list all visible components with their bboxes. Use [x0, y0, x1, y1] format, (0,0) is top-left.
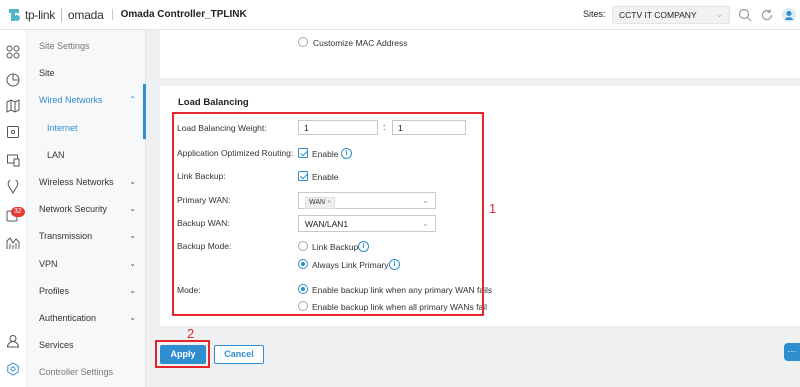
brand-name: tp-link: [25, 7, 55, 22]
settings-card-top: Customize MAC Address: [160, 30, 800, 78]
sidebar-item-wired-networks[interactable]: Wired Networks ⌃: [27, 86, 146, 113]
main-content: Customize MAC Address Load Balancing Loa…: [146, 30, 800, 387]
customize-mac-radio[interactable]: [298, 37, 308, 47]
controller-title: Omada Controller_TPLINK: [111, 9, 247, 20]
icon-rail: 32: [0, 30, 27, 387]
sidebar-item-network-security[interactable]: Network Security ⌄: [27, 195, 146, 222]
annotation-box-1: [172, 112, 484, 316]
sidebar-item-wireless-networks[interactable]: Wireless Networks ⌄: [27, 168, 146, 195]
insight-icon[interactable]: [6, 178, 20, 194]
dashboard-icon[interactable]: [6, 45, 20, 59]
apply-button[interactable]: Apply: [160, 345, 206, 364]
chevron-down-icon: ⌄: [129, 313, 136, 322]
notification-badge: 32: [11, 207, 25, 217]
tp-link-logo-icon: [6, 7, 22, 23]
sidebar-item-controller-settings[interactable]: Controller Settings: [27, 358, 146, 385]
sidebar-item-profiles[interactable]: Profiles ⌄: [27, 277, 146, 304]
site-selector[interactable]: CCTV IT COMPANY ⌄: [612, 6, 730, 24]
statistics-icon[interactable]: [6, 73, 20, 87]
annotation-number-1: 1: [489, 201, 497, 216]
sidebar-item-transmission[interactable]: Transmission ⌄: [27, 222, 146, 249]
sites-label: Sites:: [583, 9, 606, 19]
clients-icon[interactable]: [6, 153, 20, 167]
logo: tp-link omada: [0, 7, 104, 23]
chevron-down-icon: ⌄: [129, 204, 136, 213]
sidebar-item-internet[interactable]: Internet: [27, 114, 146, 141]
sidebar: Site Settings Site Wired Networks ⌃ Inter…: [27, 30, 146, 387]
annotation-number-2: 2: [187, 326, 195, 341]
sidebar-item-authentication[interactable]: Authentication ⌄: [27, 304, 146, 331]
product-name: omada: [67, 7, 104, 22]
top-bar: tp-link omada Omada Controller_TPLINK Si…: [0, 0, 800, 30]
chevron-down-icon: ⌄: [716, 10, 723, 19]
sidebar-item-site-settings[interactable]: Site Settings: [27, 32, 146, 59]
search-icon[interactable]: [737, 7, 753, 23]
sidebar-item-vpn[interactable]: VPN ⌄: [27, 250, 146, 277]
settings-icon[interactable]: [6, 362, 20, 376]
user-icon[interactable]: [781, 7, 797, 23]
account-icon[interactable]: [6, 334, 20, 348]
reports-icon[interactable]: [6, 236, 20, 250]
map-icon[interactable]: [6, 99, 20, 113]
cancel-button[interactable]: Cancel: [214, 345, 264, 364]
site-selector-value: CCTV IT COMPANY: [619, 10, 697, 20]
sidebar-item-lan[interactable]: LAN: [27, 141, 146, 168]
chevron-down-icon: ⌄: [129, 177, 136, 186]
chevron-down-icon: ⌄: [129, 231, 136, 240]
section-title: Load Balancing: [178, 97, 249, 108]
sidebar-item-services[interactable]: Services: [27, 331, 146, 358]
devices-icon[interactable]: [6, 125, 20, 139]
customize-mac-label: Customize MAC Address: [313, 38, 408, 48]
chevron-up-icon: ⌃: [129, 95, 136, 104]
chevron-down-icon: ⌄: [129, 286, 136, 295]
chevron-down-icon: ⌄: [129, 259, 136, 268]
chat-icon[interactable]: ⋯: [784, 343, 800, 361]
refresh-icon[interactable]: [759, 7, 775, 23]
sidebar-item-site[interactable]: Site: [27, 59, 146, 86]
